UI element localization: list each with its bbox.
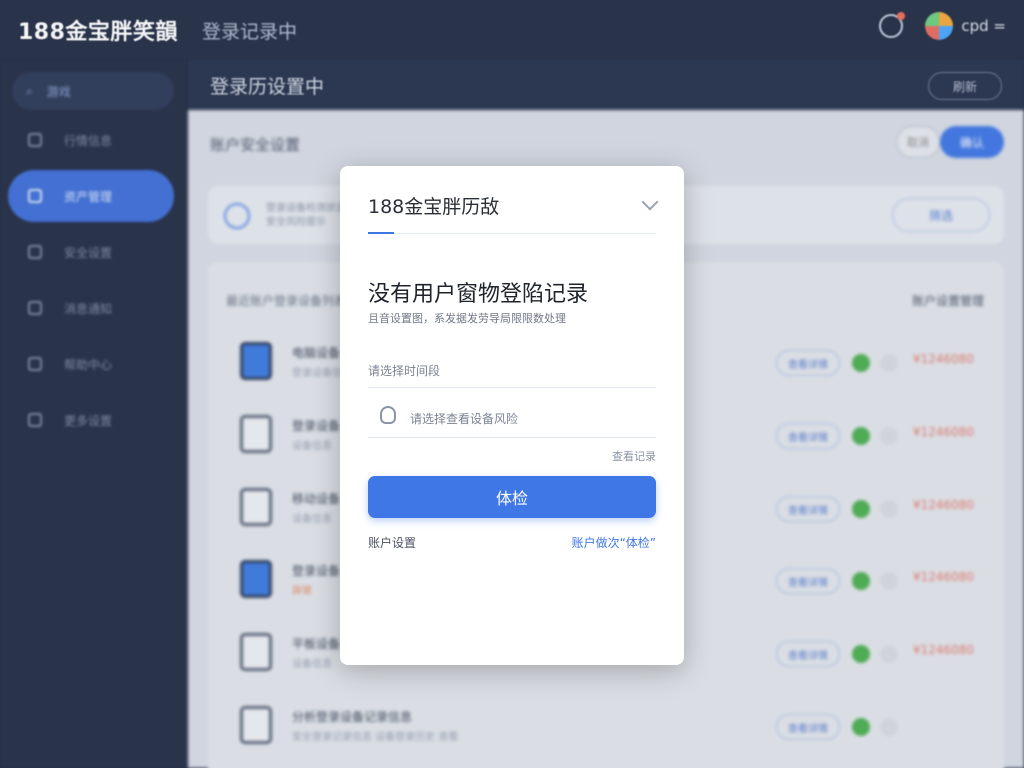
modal-heading: 没有用户窗物登陷记录 xyxy=(368,282,589,307)
account-settings-link[interactable]: 账户设置 xyxy=(368,534,416,551)
account-check-link[interactable]: 账户做次“体检” xyxy=(572,534,656,551)
modal-header: 188金宝胖历敌 xyxy=(368,190,659,234)
device-risk-field[interactable]: 请选择查看设备风险 xyxy=(368,400,656,438)
device-risk-placeholder: 请选择查看设备风险 xyxy=(410,412,519,426)
active-tab-indicator xyxy=(368,232,394,234)
check-button[interactable]: 体检 xyxy=(368,476,656,518)
lock-icon xyxy=(380,406,396,424)
view-records-link[interactable]: 查看记录 xyxy=(612,448,656,464)
login-record-modal: 188金宝胖历敌 没有用户窗物登陷记录 且音设置图，系发据发劳导局限限数处理 请… xyxy=(340,166,684,665)
modal-description: 且音设置图，系发据发劳导局限限数处理 xyxy=(368,312,566,325)
time-range-field[interactable]: 请选择时间段 xyxy=(368,352,656,388)
chevron-down-icon[interactable] xyxy=(641,193,659,211)
modal-title: 188金宝胖历敌 xyxy=(368,196,500,218)
